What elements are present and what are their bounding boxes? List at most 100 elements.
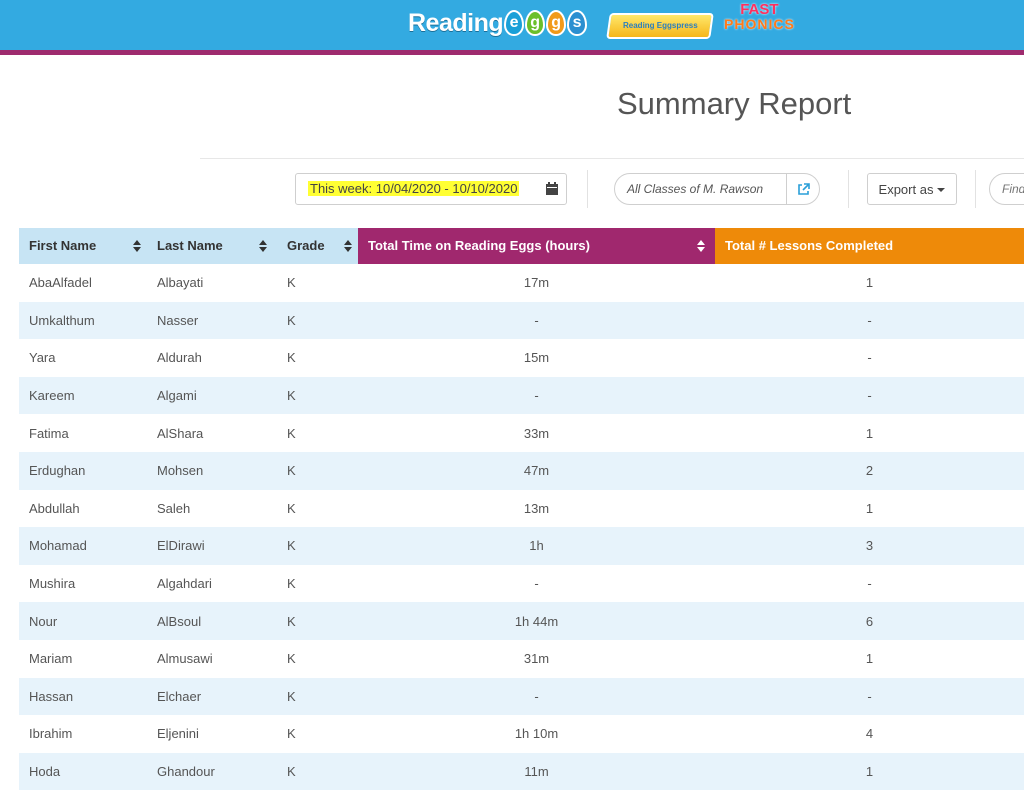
grade-cell: K <box>277 451 358 490</box>
open-class-button[interactable] <box>786 174 819 204</box>
column-header-label: First Name <box>29 238 97 253</box>
divider <box>200 158 1024 159</box>
class-filter[interactable]: All Classes of M. Rawson <box>614 173 820 205</box>
date-range-picker[interactable]: This week: 10/04/2020 - 10/10/2020 <box>295 173 567 205</box>
time-cell: 17m <box>358 264 715 302</box>
grade-cell: K <box>277 677 358 716</box>
reading-eggs-logo[interactable]: Reading e g g s <box>408 3 588 43</box>
last-name-cell: Albayati <box>147 264 277 302</box>
time-cell: - <box>358 301 715 340</box>
find-input[interactable] <box>989 173 1024 205</box>
external-link-icon <box>797 182 810 195</box>
table-row: Hassan Elchaer K - - <box>19 677 1024 716</box>
last-name-cell: Eljenini <box>147 715 277 753</box>
first-name-cell: Erdughan <box>19 451 147 490</box>
table-row: Yara Aldurah K 15m - <box>19 339 1024 377</box>
egg-letter: g <box>546 10 567 36</box>
last-name-cell: AlBsoul <box>147 602 277 640</box>
first-name-cell: Abdullah <box>19 489 147 528</box>
toolbar-separator <box>587 170 588 208</box>
lessons-cell: 1 <box>715 414 1024 452</box>
eggspress-badge: Reading Eggspress <box>606 13 714 39</box>
table-row: Mariam Almusawi K 31m 1 <box>19 639 1024 678</box>
table-row: Erdughan Mohsen K 47m 2 <box>19 451 1024 490</box>
grade-cell: K <box>277 339 358 377</box>
column-header-label: Total # Lessons Completed <box>725 238 894 253</box>
last-name-cell: Mohsen <box>147 451 277 490</box>
lessons-cell: - <box>715 339 1024 377</box>
export-label: Export as <box>878 181 934 197</box>
last-name-cell: Aldurah <box>147 339 277 377</box>
time-cell: 15m <box>358 339 715 377</box>
table-row: Hoda Ghandour K 11m 1 <box>19 752 1024 791</box>
column-header-last-name[interactable]: Last Name <box>147 228 277 264</box>
table-body: AbaAlfadel Albayati K 17m 1 Umkalthum Na… <box>19 264 1024 791</box>
column-header-first-name[interactable]: First Name <box>19 228 147 264</box>
grade-cell: K <box>277 489 358 528</box>
column-header-grade[interactable]: Grade <box>277 228 358 264</box>
grade-cell: K <box>277 564 358 603</box>
lessons-cell: 1 <box>715 264 1024 302</box>
last-name-cell: Algahdari <box>147 564 277 603</box>
time-cell: 33m <box>358 414 715 452</box>
grade-cell: K <box>277 414 358 452</box>
export-button[interactable]: Export as <box>867 173 957 205</box>
table-row: Abdullah Saleh K 13m 1 <box>19 489 1024 528</box>
time-cell: - <box>358 564 715 603</box>
banner-stripe <box>0 50 1024 55</box>
eggspress-label: Reading Eggspress <box>622 21 698 30</box>
grade-cell: K <box>277 527 358 565</box>
lessons-cell: 1 <box>715 639 1024 678</box>
reading-eggspress-logo[interactable]: Reading Eggspress <box>606 6 714 46</box>
first-name-cell: Fatima <box>19 414 147 452</box>
table-row: Ibrahim Eljenini K 1h 10m 4 <box>19 715 1024 753</box>
grade-cell: K <box>277 264 358 302</box>
lessons-cell: 4 <box>715 715 1024 753</box>
sort-icon <box>697 240 705 252</box>
time-cell: - <box>358 376 715 415</box>
table-row: AbaAlfadel Albayati K 17m 1 <box>19 264 1024 302</box>
time-cell: 1h <box>358 527 715 565</box>
time-cell: 47m <box>358 451 715 490</box>
lessons-cell: - <box>715 677 1024 716</box>
lessons-cell: 3 <box>715 527 1024 565</box>
column-header-lessons-completed[interactable]: Total # Lessons Completed <box>715 228 1024 264</box>
last-name-cell: Ghandour <box>147 752 277 791</box>
lessons-cell: - <box>715 301 1024 340</box>
table-row: Kareem Algami K - - <box>19 376 1024 415</box>
last-name-cell: Elchaer <box>147 677 277 716</box>
toolbar-separator <box>975 170 976 208</box>
first-name-cell: Nour <box>19 602 147 640</box>
first-name-cell: Mushira <box>19 564 147 603</box>
table-row: Mushira Algahdari K - - <box>19 564 1024 603</box>
reading-eggs-wordmark: Reading <box>408 8 504 37</box>
first-name-cell: AbaAlfadel <box>19 264 147 302</box>
lessons-cell: - <box>715 564 1024 603</box>
first-name-cell: Kareem <box>19 376 147 415</box>
first-name-cell: Hassan <box>19 677 147 716</box>
first-name-cell: Umkalthum <box>19 301 147 340</box>
table-row: Mohamad ElDirawi K 1h 3 <box>19 527 1024 565</box>
fast-phonics-logo[interactable]: FAST PHONICS <box>724 1 795 43</box>
lessons-cell: - <box>715 376 1024 415</box>
sort-icon <box>133 240 141 252</box>
table-row: Nour AlBsoul K 1h 44m 6 <box>19 602 1024 640</box>
toolbar-separator <box>848 170 849 208</box>
egg-letter: g <box>525 10 546 36</box>
time-cell: 1h 44m <box>358 602 715 640</box>
column-header-total-time[interactable]: Total Time on Reading Eggs (hours) <box>358 228 715 264</box>
grade-cell: K <box>277 715 358 753</box>
grade-cell: K <box>277 752 358 791</box>
fast-phonics-line1: FAST <box>740 1 779 18</box>
time-cell: - <box>358 677 715 716</box>
calendar-icon <box>546 182 558 195</box>
grade-cell: K <box>277 602 358 640</box>
lessons-cell: 6 <box>715 602 1024 640</box>
time-cell: 11m <box>358 752 715 791</box>
last-name-cell: Algami <box>147 376 277 415</box>
first-name-cell: Mariam <box>19 639 147 678</box>
last-name-cell: ElDirawi <box>147 527 277 565</box>
table-header: First Name Last Name Grade Total Time on… <box>19 228 1024 264</box>
egg-letter: e <box>504 10 525 36</box>
summary-table: First Name Last Name Grade Total Time on… <box>19 228 1024 791</box>
